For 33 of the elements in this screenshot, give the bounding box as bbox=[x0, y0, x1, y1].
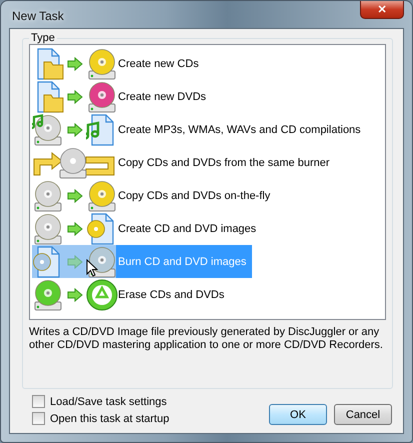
arrow-icon bbox=[67, 122, 83, 136]
checkbox[interactable] bbox=[32, 395, 45, 408]
task-label: Erase CDs and DVDs bbox=[117, 288, 226, 302]
task-item[interactable]: Create new DVDs bbox=[32, 80, 383, 113]
task-item[interactable]: Create MP3s, WMAs, WAVs and CD compilations bbox=[32, 113, 383, 146]
task-item[interactable]: Copy CDs and DVDs from the same burner bbox=[32, 146, 383, 179]
arrow-icon bbox=[67, 56, 83, 70]
ok-button[interactable]: OK bbox=[269, 404, 327, 425]
pointer-icon bbox=[86, 259, 98, 277]
task-item[interactable]: Copy CDs and DVDs on-the-fly bbox=[32, 179, 383, 212]
task-item[interactable]: Erase CDs and DVDs bbox=[32, 278, 383, 311]
arrow-icon bbox=[67, 188, 83, 202]
task-label: Create new CDs bbox=[117, 56, 200, 72]
task-description: Writes a CD/DVD Image file previously generated by DiscJuggler or any other CD/DVD mastering application to one or more CD/DVD Recorders. bbox=[29, 326, 384, 352]
task-item[interactable]: Create CD and DVD images bbox=[32, 212, 383, 245]
group-title: Type bbox=[30, 32, 56, 44]
task-label: Create CD and DVD images bbox=[117, 222, 258, 236]
task-label: Create MP3s, WMAs, WAVs and CD compilations bbox=[117, 122, 362, 138]
arrow-icon bbox=[67, 254, 83, 268]
task-label: Create new DVDs bbox=[117, 90, 208, 104]
arrow-icon bbox=[67, 90, 83, 104]
arrow-icon bbox=[67, 288, 83, 302]
checkbox-label: Open this task at startup bbox=[50, 412, 170, 424]
checkbox-label: Load/Save task settings bbox=[50, 396, 167, 408]
checkbox[interactable] bbox=[32, 412, 45, 425]
cancel-button[interactable]: Cancel bbox=[334, 404, 392, 425]
window-title: New Task bbox=[12, 9, 64, 23]
task-label: Copy CDs and DVDs from the same burner bbox=[117, 156, 331, 170]
close-button[interactable]: ✕ bbox=[360, 1, 404, 19]
task-label: Copy CDs and DVDs on-the-fly bbox=[117, 188, 272, 204]
task-label: Burn CD and DVD images bbox=[116, 245, 252, 278]
arrow-icon bbox=[67, 222, 83, 236]
task-item[interactable]: Create new CDs bbox=[32, 47, 383, 80]
